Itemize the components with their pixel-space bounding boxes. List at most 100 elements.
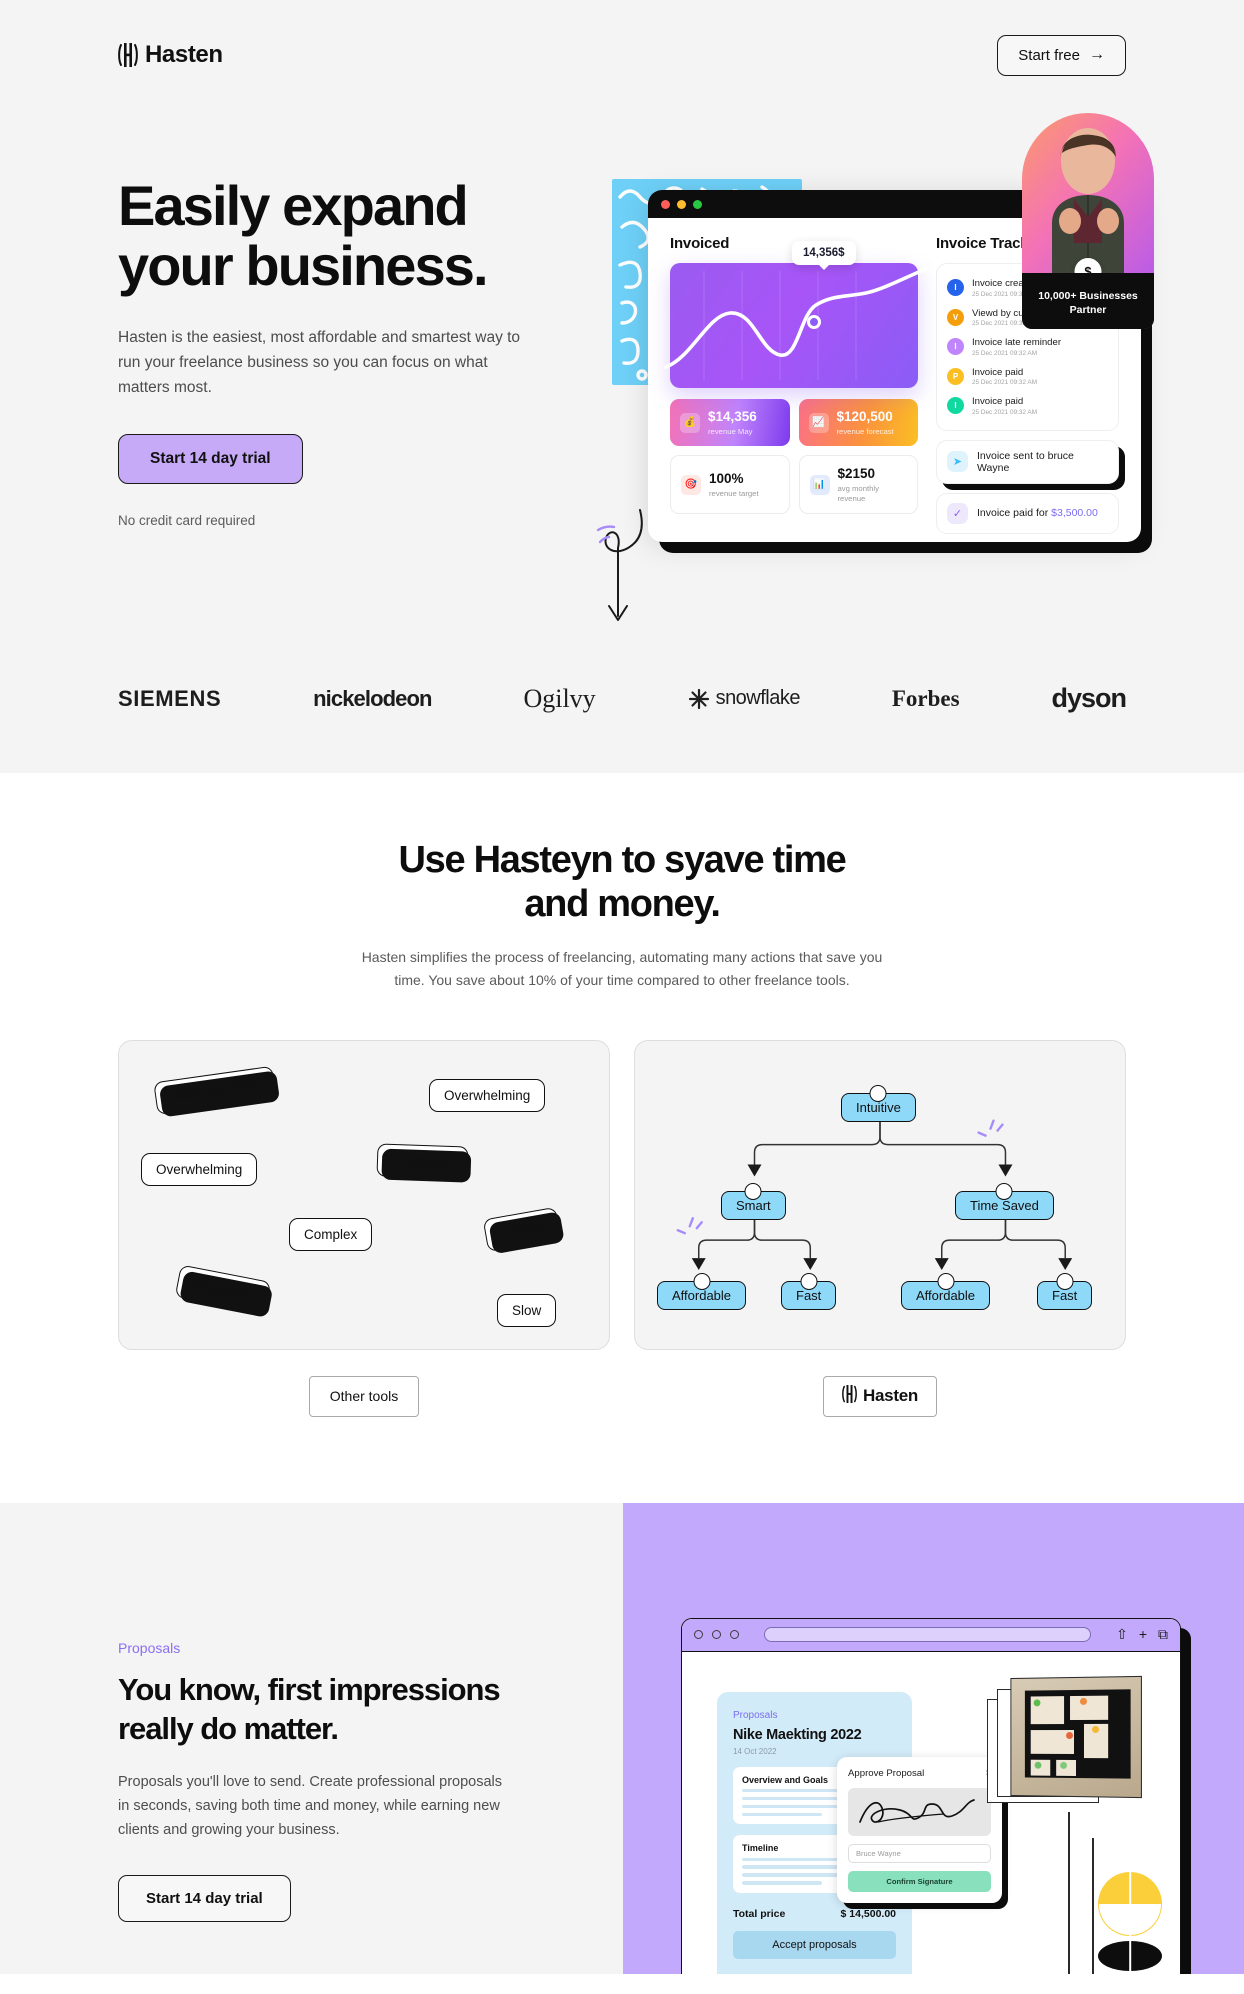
address-bar[interactable] <box>764 1627 1092 1642</box>
tracker-date: 25 Dec 2021 09:32 AM <box>972 349 1038 357</box>
node-knob-icon <box>995 1182 1013 1200</box>
hero-title-line2: your business. <box>118 233 489 297</box>
section-title: Use Hasteyn to syave time and money. <box>322 838 922 926</box>
new-tab-icon[interactable]: + <box>1139 1626 1147 1643</box>
brand-logo[interactable]: Hasten <box>118 41 223 69</box>
proposal-browser-titlebar: ⇧ + ⧉ <box>682 1618 1180 1652</box>
no-credit-card-note: No credit card required <box>118 512 256 528</box>
hero-section: Hasten Start free → Easily expand your b… <box>0 0 1244 773</box>
stat-value: $14,356 <box>708 409 757 424</box>
signer-name-field[interactable]: Bruce Wayne <box>848 1843 991 1863</box>
other-tools-card: Wast your time Overwhelming Overwhelming… <box>118 1039 610 1350</box>
node-label: Fast <box>796 1287 822 1303</box>
logo-nickelodeon: nickelodeon <box>313 685 432 711</box>
avatar: I <box>947 338 964 356</box>
hasten-label-cell: Hasten <box>634 1375 1126 1417</box>
maximize-window-icon[interactable] <box>693 199 702 209</box>
doc-date: 14 Oct 2022 <box>733 1746 777 1756</box>
stat-value: $2150 <box>837 466 876 481</box>
start-free-label: Start free <box>1018 46 1080 64</box>
connector-line <box>1068 1811 1070 1974</box>
connector-line <box>1092 1837 1094 1974</box>
proposals-copy: Proposals You know, first impressions re… <box>0 1502 623 1974</box>
maximize-window-icon[interactable] <box>730 1630 739 1639</box>
doc-total-label: Total price <box>733 1907 786 1920</box>
logo-forbes: Forbes <box>891 685 960 711</box>
client-logos-row: SIEMENS nickelodeon Ogilvy snowflake For… <box>0 683 1244 714</box>
node-label: Affordable <box>916 1287 976 1303</box>
invoice-sent-toast: ➤ Invoice sent to bruce Wayne <box>936 439 1119 484</box>
signature-pad[interactable] <box>848 1787 991 1836</box>
stat-label: revenue forecast <box>836 427 894 436</box>
art-dot <box>1060 1761 1068 1769</box>
invoice-paid-toast: ✓ Invoice paid for $3,500.00 <box>936 492 1119 534</box>
avatar: I <box>947 279 964 297</box>
brand-name: Hasten <box>145 41 223 68</box>
tracker-date: 25 Dec 2021 09:32 AM <box>972 379 1038 386</box>
logo-dyson: dyson <box>1051 683 1127 713</box>
node-label: Affordable <box>672 1287 732 1303</box>
proposals-title: You know, first impressions really do ma… <box>118 1670 505 1748</box>
artwork-photo <box>1010 1675 1142 1798</box>
hasten-card: Intuitive Smart Time Saved Affordable Fa… <box>634 1039 1126 1350</box>
node-knob-icon <box>800 1272 818 1290</box>
doc-eyebrow: Proposals <box>733 1709 778 1721</box>
chart-tooltip: 14,356$ <box>792 241 856 270</box>
artwork-frame <box>1024 1688 1131 1779</box>
send-icon: ➤ <box>947 451 968 472</box>
comparison-section: Use Hasteyn to syave time and money. Has… <box>0 773 1244 1503</box>
close-window-icon[interactable] <box>694 1630 703 1639</box>
invoice-paid-text: Invoice paid for <box>977 507 1052 519</box>
node-knob-icon <box>693 1272 711 1290</box>
proposals-section: Proposals You know, first impressions re… <box>0 1502 1244 1974</box>
proposals-eyebrow: Proposals <box>118 1639 181 1656</box>
logo-snowflake-label: snowflake <box>715 687 801 709</box>
node-intuitive: Intuitive <box>841 1084 919 1125</box>
minimize-window-icon[interactable] <box>677 199 686 209</box>
section-subtitle: Hasten simplifies the process of freelan… <box>361 949 883 988</box>
tracker-row: I Invoice paid 25 Dec 2021 09:32 AM <box>947 391 1108 421</box>
browser-toolbar-icons: ⇧ + ⧉ <box>1116 1626 1168 1643</box>
node-fast-2: Fast <box>1037 1272 1096 1313</box>
copy-tabs-icon[interactable]: ⧉ <box>1158 1626 1168 1643</box>
hero-copy: Easily expand your business. Hasten is t… <box>118 156 548 528</box>
node-knob-icon <box>937 1272 955 1290</box>
close-window-icon[interactable] <box>661 199 670 209</box>
doc-title: Nike Maekting 2022 <box>733 1726 862 1743</box>
decorative-sun-shape <box>1098 1871 1162 1974</box>
chip-confusing: Confusing <box>376 1142 469 1180</box>
stat-card: 📊 $2150 avg monthly revenue <box>798 455 918 514</box>
share-icon[interactable]: ⇧ <box>1116 1626 1128 1643</box>
art-tile <box>1070 1695 1109 1720</box>
proposals-start-trial-button[interactable]: Start 14 day trial <box>118 1874 295 1926</box>
stat-card: 💰 $14,356 revenue May <box>670 399 790 446</box>
confirm-signature-button[interactable]: Confirm Signature <box>848 1870 991 1892</box>
chip-difficult: Difficult <box>482 1206 562 1252</box>
placeholder-line <box>742 1812 822 1817</box>
proposals-body: Proposals you'll love to send. Create pr… <box>118 1773 503 1839</box>
doc-total-value: $ 14,500.00 <box>840 1907 896 1920</box>
start-free-button[interactable]: Start free → <box>997 34 1130 80</box>
accept-proposals-button[interactable]: Accept proposals <box>733 1930 896 1959</box>
chip-expensive: Expensive <box>174 1263 272 1315</box>
navbar: Hasten Start free → <box>0 0 1244 84</box>
comparison-labels: Other tools Hasten <box>118 1375 1126 1417</box>
bar-chart-icon: 📊 <box>809 474 830 495</box>
badge-line-1: 10,000+ Businesses <box>1038 290 1138 303</box>
avatar: P <box>947 367 964 385</box>
modal-header: Approve Proposal × <box>848 1768 991 1779</box>
doc-total-row: Total price $ 14,500.00 <box>733 1908 896 1920</box>
proposal-browser-window: ⇧ + ⧉ Proposals Nike Maekting 2022 14 Oc… <box>681 1617 1181 1974</box>
tracker-title: Invoice paid <box>972 366 1024 378</box>
minimize-window-icon[interactable] <box>712 1630 721 1639</box>
stat-label: revenue May <box>708 427 753 436</box>
sun-spine <box>1129 1871 1131 1974</box>
approve-proposal-modal: Approve Proposal × Bruce Wayne Confirm S… <box>837 1756 1002 1903</box>
logo-ogilvy: Ogilvy <box>523 683 596 713</box>
chart-datapoint <box>807 315 821 329</box>
start-trial-button[interactable]: Start 14 day trial <box>118 433 307 488</box>
badge-line-2: Partner <box>1069 304 1107 317</box>
dashboard-mockup: Invoiced 14,356$ 💰 $14,356 revenue May 📈… <box>612 113 1154 565</box>
signature-icon <box>859 1798 975 1823</box>
target-icon: 🎯 <box>681 474 701 495</box>
